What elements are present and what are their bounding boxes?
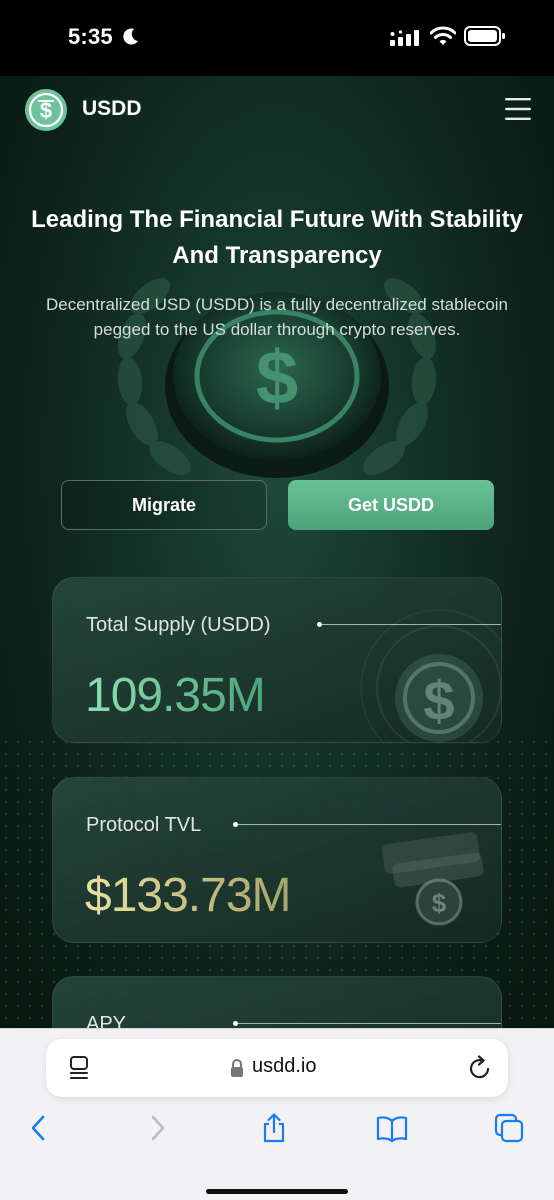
address-bar[interactable]: usdd.io (46, 1039, 508, 1097)
hamburger-menu-icon[interactable] (505, 97, 531, 121)
hero-title: Leading The Financial Future With Stabil… (31, 206, 523, 269)
stat-label: APY (86, 1013, 127, 1028)
wifi-icon (430, 26, 456, 45)
stat-label: Protocol TVL (86, 814, 202, 836)
stat-value: $133.73M (85, 869, 291, 922)
home-indicator (206, 1189, 348, 1194)
status-bar: 5:35 (0, 0, 554, 76)
tabs-icon[interactable] (494, 1113, 524, 1143)
status-time: 5:35 (68, 24, 113, 49)
hero-description: Decentralized USD (USDD) is a fully dece… (45, 295, 509, 339)
share-icon[interactable] (260, 1113, 288, 1143)
stat-value: 109.35M (85, 669, 266, 722)
vault-icon: $ (382, 832, 484, 926)
protocol-tvl-card: $ Protocol TVL $133.73M (52, 777, 502, 943)
connector-line (237, 1023, 501, 1024)
forward-icon[interactable] (148, 1113, 168, 1143)
reload-icon[interactable] (468, 1055, 492, 1081)
signal-icon (390, 30, 419, 46)
usdd-logo-icon[interactable]: $ (24, 88, 68, 132)
total-supply-card: $ Total Supply (USDD) 109.35M (52, 577, 502, 743)
svg-text:$: $ (256, 336, 298, 421)
apy-card: APY (52, 976, 502, 1028)
stat-label: Total Supply (USDD) (86, 614, 271, 636)
website-viewport[interactable]: $ USDD $ Leading The Financial Future Wi… (0, 76, 554, 1028)
bookmarks-icon[interactable] (376, 1113, 408, 1143)
svg-text:$: $ (432, 888, 447, 918)
lock-icon (231, 1059, 243, 1077)
reader-icon[interactable] (68, 1055, 90, 1081)
url-text[interactable]: usdd.io (252, 1055, 317, 1078)
site-header: $ USDD (0, 76, 554, 144)
svg-text:$: $ (423, 669, 454, 732)
get-usdd-button[interactable]: Get USDD (288, 480, 494, 530)
back-icon[interactable] (28, 1113, 48, 1143)
browser-toolbar: usdd.io (0, 1028, 554, 1200)
brand-name[interactable]: USDD (82, 97, 142, 121)
moon-icon (123, 28, 138, 45)
connector-line (237, 824, 501, 825)
battery-icon (464, 26, 505, 46)
connector-line (321, 624, 501, 625)
dollar-coin-icon: $ (360, 609, 501, 742)
migrate-button[interactable]: Migrate (61, 480, 267, 530)
